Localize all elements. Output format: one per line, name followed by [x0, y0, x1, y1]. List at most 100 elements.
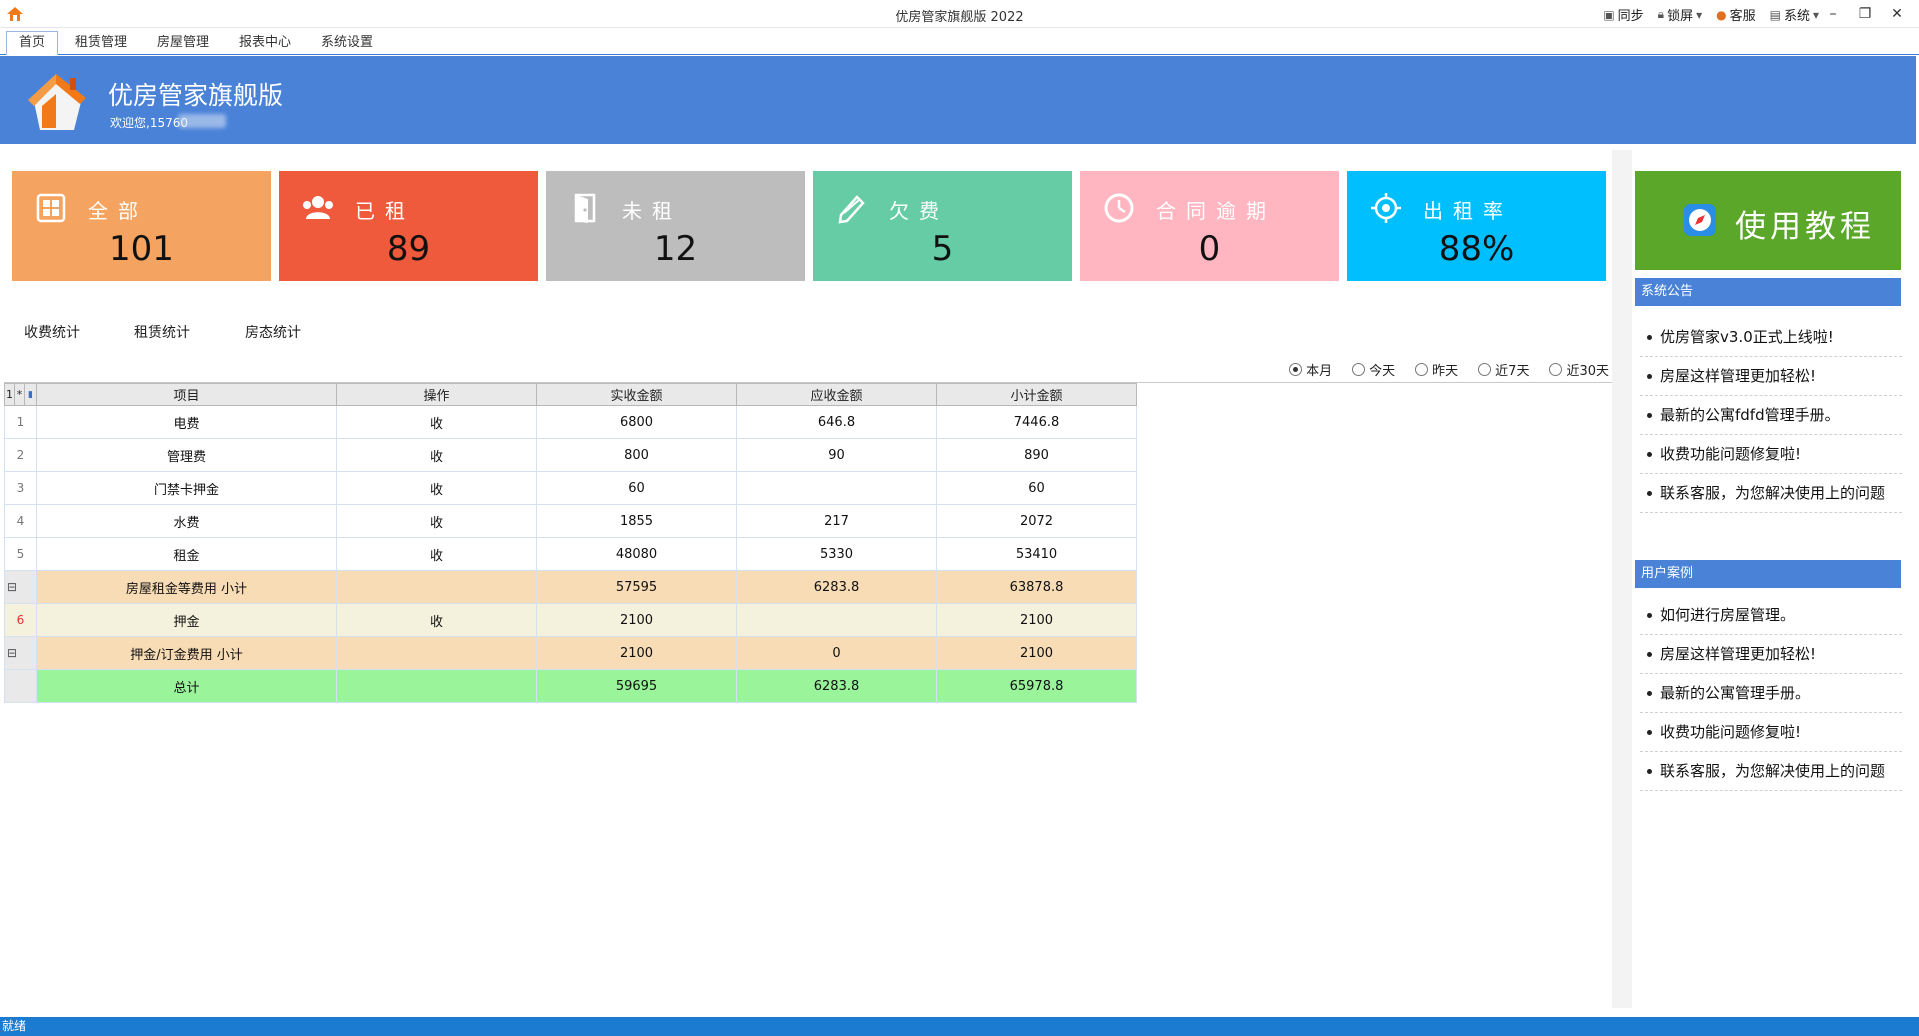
collapse-group-icon[interactable]: ⊟: [4, 570, 37, 604]
subtab-leases[interactable]: 租赁统计: [134, 322, 190, 342]
radio-yesterday[interactable]: 昨天: [1415, 360, 1458, 379]
table-row[interactable]: 6 押金收 2100 2100: [4, 603, 1137, 637]
sync-button[interactable]: ▣ 同步: [1603, 5, 1643, 25]
cell-item[interactable]: 房屋租金等费用 小计: [36, 570, 337, 604]
cell-subtotal[interactable]: 53410: [936, 537, 1137, 571]
cell-subtotal[interactable]: 2072: [936, 504, 1137, 538]
cell-receivable[interactable]: 5330: [736, 537, 937, 571]
system-menu-button[interactable]: ▤ 系统 ▾: [1770, 5, 1819, 25]
cell-receivable[interactable]: 217: [736, 504, 937, 538]
cell-item[interactable]: 总计: [36, 669, 337, 703]
cell-received[interactable]: 48080: [536, 537, 737, 571]
cell-received[interactable]: 2100: [536, 636, 737, 670]
cell-subtotal[interactable]: 63878.8: [936, 570, 1137, 604]
subtab-room-status[interactable]: 房态统计: [245, 322, 301, 342]
cell-received[interactable]: 1855: [536, 504, 737, 538]
announcement-link[interactable]: 房屋这样管理更加轻松!: [1640, 357, 1902, 396]
case-link[interactable]: 房屋这样管理更加轻松!: [1640, 635, 1902, 674]
cell-received[interactable]: 57595: [536, 570, 737, 604]
cell-receivable[interactable]: [736, 471, 937, 505]
tab-home[interactable]: 首页: [6, 31, 59, 55]
tab-rental[interactable]: 租赁管理: [62, 31, 140, 55]
column-chooser-icon[interactable]: ▮: [24, 383, 37, 406]
cell-item[interactable]: 押金/订金费用 小计: [36, 636, 337, 670]
cell-operation[interactable]: [336, 669, 537, 703]
cell-operation[interactable]: [336, 570, 537, 604]
cell-operation[interactable]: 收: [336, 603, 537, 637]
case-link[interactable]: 联系客服，为您解决使用上的问题: [1640, 752, 1902, 791]
cell-receivable[interactable]: [736, 603, 937, 637]
service-button[interactable]: ● 客服: [1716, 5, 1756, 25]
radio-this-month[interactable]: 本月: [1289, 360, 1332, 379]
stat-value: 88%: [1438, 229, 1515, 269]
cell-operation[interactable]: 收: [336, 405, 537, 439]
cell-receivable[interactable]: 6283.8: [736, 669, 937, 703]
table-row[interactable]: 1 电费收 6800 646.8 7446.8: [4, 405, 1137, 439]
table-row[interactable]: 2 管理费收 800 90 890: [4, 438, 1137, 472]
cell-subtotal[interactable]: 60: [936, 471, 1137, 505]
announcement-link[interactable]: 收费功能问题修复啦!: [1640, 435, 1902, 474]
announcement-link[interactable]: 联系客服，为您解决使用上的问题: [1640, 474, 1902, 513]
col-header-subtotal[interactable]: 小计金额: [936, 383, 1137, 406]
minimize-button[interactable]: –: [1817, 3, 1849, 25]
tab-settings[interactable]: 系统设置: [308, 31, 386, 55]
tab-reports[interactable]: 报表中心: [226, 31, 304, 55]
tab-housing[interactable]: 房屋管理: [144, 31, 222, 55]
cell-operation[interactable]: 收: [336, 471, 537, 505]
cell-item[interactable]: 租金: [36, 537, 337, 571]
cell-item[interactable]: 押金: [36, 603, 337, 637]
close-button[interactable]: ✕: [1881, 3, 1913, 25]
col-header-receivable[interactable]: 应收金额: [736, 383, 937, 406]
cell-received[interactable]: 60: [536, 471, 737, 505]
table-row[interactable]: 3 门禁卡押金收 60 60: [4, 471, 1137, 505]
cell-operation[interactable]: 收: [336, 537, 537, 571]
cell-received[interactable]: 59695: [536, 669, 737, 703]
stat-card-vacant[interactable]: 未租 12: [546, 171, 805, 281]
stat-card-arrears[interactable]: 欠费 5: [813, 171, 1072, 281]
col-header-received[interactable]: 实收金额: [536, 383, 737, 406]
cell-subtotal[interactable]: 2100: [936, 636, 1137, 670]
case-link[interactable]: 收费功能问题修复啦!: [1640, 713, 1902, 752]
subtotal-row[interactable]: ⊟ 押金/订金费用 小计 2100 0 2100: [4, 636, 1137, 670]
cell-item[interactable]: 门禁卡押金: [36, 471, 337, 505]
subtab-fees[interactable]: 收费统计: [24, 322, 80, 342]
cell-subtotal[interactable]: 890: [936, 438, 1137, 472]
cell-received[interactable]: 6800: [536, 405, 737, 439]
total-row[interactable]: 总计 59695 6283.8 65978.8: [4, 669, 1137, 703]
cell-subtotal[interactable]: 7446.8: [936, 405, 1137, 439]
col-header-operation[interactable]: 操作: [336, 383, 537, 406]
cell-receivable[interactable]: 90: [736, 438, 937, 472]
stat-card-rented[interactable]: 已租 89: [279, 171, 538, 281]
announcement-link[interactable]: 最新的公寓fdfd管理手册。: [1640, 396, 1902, 435]
tutorial-button[interactable]: 使用教程: [1635, 171, 1901, 270]
case-link[interactable]: 最新的公寓管理手册。: [1640, 674, 1902, 713]
stat-card-all[interactable]: 全部 101: [12, 171, 271, 281]
cell-subtotal[interactable]: 2100: [936, 603, 1137, 637]
cell-receivable[interactable]: 646.8: [736, 405, 937, 439]
stat-card-occupancy[interactable]: 出租率 88%: [1347, 171, 1606, 281]
cell-received[interactable]: 2100: [536, 603, 737, 637]
collapse-group-icon[interactable]: ⊟: [4, 636, 37, 670]
subtotal-row[interactable]: ⊟ 房屋租金等费用 小计 57595 6283.8 63878.8: [4, 570, 1137, 604]
radio-today[interactable]: 今天: [1352, 360, 1395, 379]
cell-operation[interactable]: 收: [336, 504, 537, 538]
radio-last-30-days[interactable]: 近30天: [1549, 360, 1609, 379]
cell-subtotal[interactable]: 65978.8: [936, 669, 1137, 703]
table-row[interactable]: 5 租金收 48080 5330 53410: [4, 537, 1137, 571]
cell-item[interactable]: 水费: [36, 504, 337, 538]
cell-receivable[interactable]: 6283.8: [736, 570, 937, 604]
col-header-item[interactable]: 项目: [36, 383, 337, 406]
cell-received[interactable]: 800: [536, 438, 737, 472]
announcement-link[interactable]: 优房管家v3.0正式上线啦!: [1640, 318, 1902, 357]
cell-operation[interactable]: [336, 636, 537, 670]
case-link[interactable]: 如何进行房屋管理。: [1640, 596, 1902, 635]
cell-item[interactable]: 管理费: [36, 438, 337, 472]
radio-last-7-days[interactable]: 近7天: [1478, 360, 1529, 379]
stat-card-overdue[interactable]: 合同逾期 0: [1080, 171, 1339, 281]
cell-item[interactable]: 电费: [36, 405, 337, 439]
cell-operation[interactable]: 收: [336, 438, 537, 472]
cell-receivable[interactable]: 0: [736, 636, 937, 670]
restore-button[interactable]: ❐: [1849, 3, 1881, 25]
table-row[interactable]: 4 水费收 1855 217 2072: [4, 504, 1137, 538]
lock-button[interactable]: 🔒︎ 锁屏 ▾: [1658, 5, 1702, 24]
